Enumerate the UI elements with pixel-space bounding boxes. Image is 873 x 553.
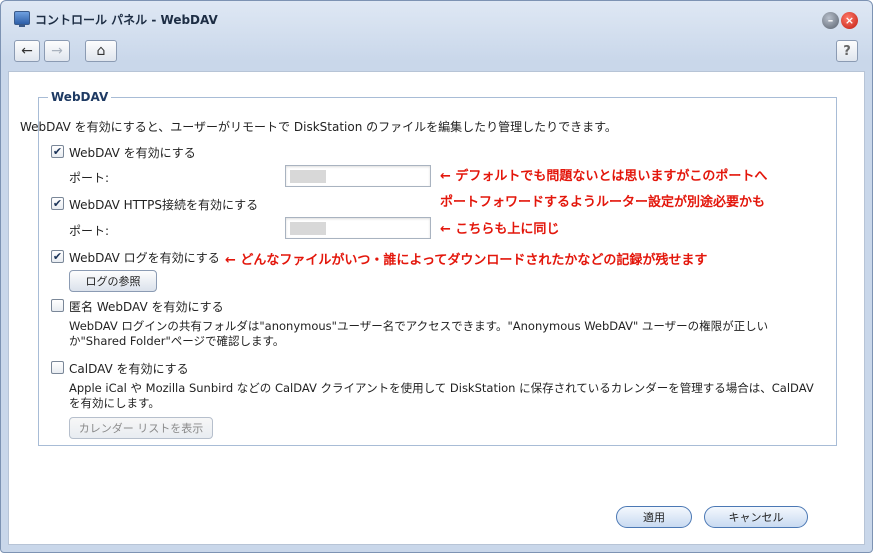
help-button[interactable]: ? xyxy=(836,40,858,62)
caldav-description-line1: Apple iCal や Mozilla Sunbird などの CalDAV … xyxy=(69,381,814,395)
enable-caldav-label: CalDAV を有効にする xyxy=(69,362,189,376)
anonymous-description-line1: WebDAV ログインの共有フォルダは"anonymous"ユーザー名でアクセス… xyxy=(69,319,769,333)
annotation-log-note: ← どんなファイルがいつ・誰によってダウンロードされたかなどの記録が残せます xyxy=(225,253,708,268)
forward-arrow-icon: → xyxy=(51,43,63,59)
settings-content: WebDAV WebDAV を有効にすると、ユーザーがリモートで DiskSta… xyxy=(8,71,865,545)
help-icon: ? xyxy=(843,43,851,59)
anonymous-description-line2: か"Shared Folder"ページで確認します。 xyxy=(69,334,285,348)
annotation-same-note: ← こちらも上に同じ xyxy=(440,222,560,237)
back-button[interactable]: ← xyxy=(14,40,40,62)
close-button[interactable]: × xyxy=(841,12,858,29)
enable-anonymous-label: 匿名 WebDAV を有効にする xyxy=(69,300,224,314)
enable-https-label: WebDAV HTTPS接続を有効にする xyxy=(69,198,259,212)
annotation-port-forward-note: ポートフォワードするようルーター設定が別途必要かも xyxy=(440,195,766,210)
home-button[interactable]: ⌂ xyxy=(85,40,117,62)
port-value-blurred xyxy=(290,222,326,235)
annotation-port-note: ← デフォルトでも問題ないとは思いますがこのポートへ xyxy=(440,169,768,184)
enable-log-checkbox[interactable]: ✔ xyxy=(51,250,64,263)
back-arrow-icon: ← xyxy=(21,43,33,59)
port-label: ポート: xyxy=(69,224,110,238)
home-icon: ⌂ xyxy=(96,43,106,59)
caldav-description-line2: を有効にします。 xyxy=(69,396,160,410)
apply-button[interactable]: 適用 xyxy=(616,506,692,528)
enable-anonymous-checkbox[interactable] xyxy=(51,299,64,312)
https-port-field[interactable] xyxy=(285,217,431,239)
minimize-button[interactable]: – xyxy=(822,12,839,29)
forward-button[interactable]: → xyxy=(44,40,70,62)
http-port-field[interactable] xyxy=(285,165,431,187)
control-panel-window: コントロール パネル - WebDAV – × ← → ⌂ ? WebDAV W… xyxy=(0,0,873,553)
enable-webdav-checkbox[interactable]: ✔ xyxy=(51,145,64,158)
section-legend: WebDAV xyxy=(51,90,109,104)
title-bar: コントロール パネル - WebDAV – × xyxy=(1,1,872,35)
control-panel-icon xyxy=(14,11,30,27)
cancel-button[interactable]: キャンセル xyxy=(704,506,808,528)
enable-webdav-label: WebDAV を有効にする xyxy=(69,146,196,160)
port-value-blurred xyxy=(290,170,326,183)
port-label: ポート: xyxy=(69,171,110,185)
window-title: コントロール パネル - WebDAV xyxy=(35,13,218,27)
enable-log-label: WebDAV ログを有効にする xyxy=(69,251,220,265)
show-calendar-list-button[interactable]: カレンダー リストを表示 xyxy=(69,417,213,439)
toolbar: ← → ⌂ ? xyxy=(1,35,872,67)
view-log-button[interactable]: ログの参照 xyxy=(69,270,157,292)
enable-https-checkbox[interactable]: ✔ xyxy=(51,197,64,210)
intro-text: WebDAV を有効にすると、ユーザーがリモートで DiskStation のフ… xyxy=(20,120,617,134)
enable-caldav-checkbox[interactable] xyxy=(51,361,64,374)
